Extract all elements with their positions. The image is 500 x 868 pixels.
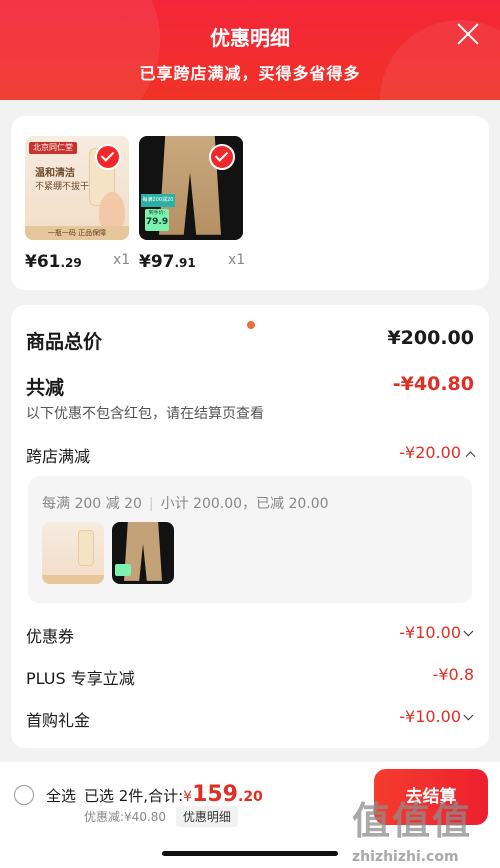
selected-check-icon[interactable] (95, 144, 121, 170)
close-icon[interactable] (456, 22, 480, 46)
discount-detail-link[interactable]: 优惠明细 (175, 806, 238, 827)
cross-store-label: 跨店满减 (26, 447, 91, 466)
plus-value: -¥0.8 (432, 665, 474, 684)
discount-value: -¥40.80 (392, 373, 474, 395)
watermark-url: zhizhizhi.com (352, 849, 459, 865)
chevron-down-icon (463, 710, 474, 721)
cross-store-detail: 每满 200 减 20 | 小计 200.00，已减 20.00 (28, 476, 472, 603)
select-all-label[interactable]: 全选 (46, 785, 76, 806)
image-banner (42, 575, 104, 584)
chevron-down-icon (463, 626, 474, 637)
coupon-label: 优惠券 (26, 627, 75, 646)
product-image[interactable]: 北京同仁堂 温和清洁 不紧绷不拔干 一瓶一码 正品保障 (25, 136, 129, 240)
product-image[interactable]: 每满200减20 到手价: 79.9 (139, 136, 243, 240)
price-tag (115, 564, 131, 576)
detail-product-thumb[interactable] (112, 522, 174, 584)
watermark: 值值值 zhizhizhi.com (352, 790, 497, 865)
discount-note: 以下优惠不包含红包，请在结算页查看 (26, 406, 264, 422)
product-bottle (78, 530, 94, 566)
watermark-logo: 值值值 (352, 799, 473, 843)
header: 优惠明细 已享跨店满减，买得多省得多 (0, 0, 500, 100)
grand-total: 159 (192, 782, 238, 807)
product-price: ¥61.29 (25, 252, 82, 272)
price-tag: 到手价: 79.9 (145, 209, 169, 231)
product-item[interactable]: 每满200减20 到手价: 79.9 (139, 136, 243, 240)
product-qty: x1 (228, 252, 246, 268)
discount-breakdown-card: 商品总价 ¥200.00 共减 -¥40.80 以下优惠不包含红包，请在结算页查… (11, 305, 489, 748)
plus-label: PLUS 专享立减 (26, 669, 135, 688)
total-value: ¥200.00 (387, 327, 474, 349)
image-banner: 一瓶一码 正品保障 (25, 226, 129, 240)
discount-summary: 优惠减:¥40.80 优惠明细 (84, 806, 238, 827)
home-indicator (162, 851, 338, 856)
indicator-dot (247, 321, 255, 329)
rule-text: 每满 200 减 20 | 小计 200.00，已减 20.00 (42, 496, 329, 512)
selected-check-icon[interactable] (209, 144, 235, 170)
product-card: 北京同仁堂 温和清洁 不紧绷不拔干 一瓶一码 正品保障 ¥61.29 x1 每满… (11, 116, 489, 290)
total-label: 商品总价 (26, 331, 103, 353)
page-subtitle: 已享跨店满减，买得多省得多 (139, 64, 361, 83)
image-text: 温和清洁 (35, 168, 75, 179)
brand-logo: 北京同仁堂 (29, 142, 77, 154)
cross-store-value[interactable]: -¥20.00 (399, 443, 476, 462)
detail-product-thumb[interactable] (42, 522, 104, 584)
chevron-up-icon (465, 451, 476, 462)
total-summary: 已选 2件,合计:¥159.20 (84, 782, 263, 807)
first-purchase-value[interactable]: -¥10.00 (399, 707, 474, 726)
coupon-value[interactable]: -¥10.00 (399, 623, 474, 642)
image-text: 不紧绷不拔干 (35, 182, 90, 192)
image-text: 每满200减20 (141, 194, 175, 207)
page-title: 优惠明细 (210, 26, 290, 50)
product-item[interactable]: 北京同仁堂 温和清洁 不紧绷不拔干 一瓶一码 正品保障 (25, 136, 129, 240)
discount-label: 共减 (26, 377, 65, 399)
select-all-radio[interactable] (14, 785, 34, 805)
first-purchase-label: 首购礼金 (26, 711, 91, 730)
product-qty: x1 (113, 252, 131, 268)
product-price: ¥97.91 (139, 252, 196, 272)
